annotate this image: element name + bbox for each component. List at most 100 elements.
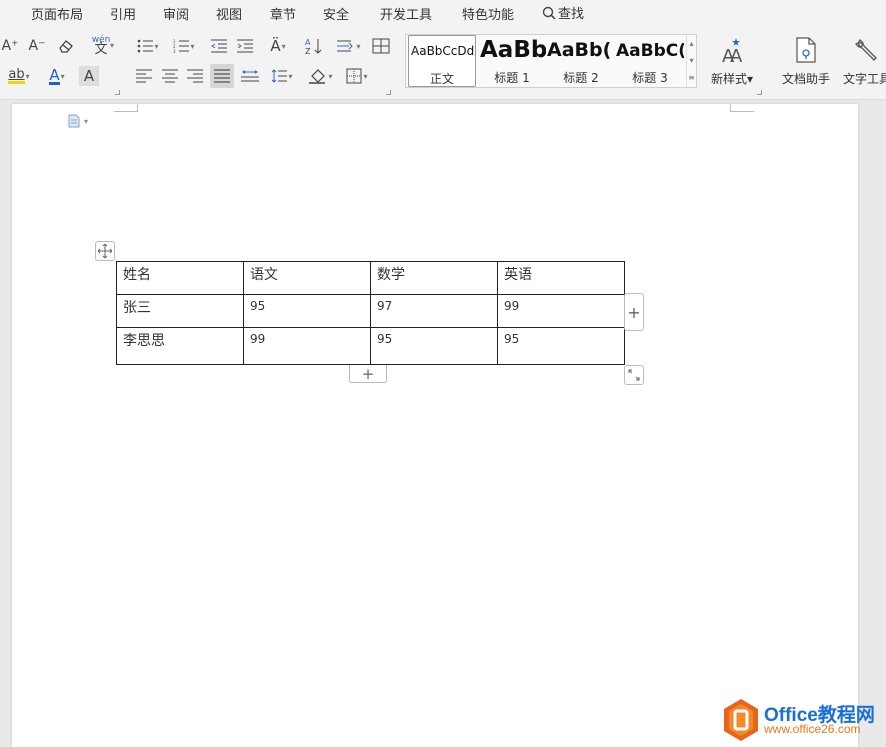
style-heading-1[interactable]: AaBb 标题 1 xyxy=(478,35,546,87)
highlight-button[interactable]: ab ▾ xyxy=(4,66,34,86)
bullets-button[interactable]: ▾ xyxy=(134,36,162,56)
table-cell[interactable]: 英语 xyxy=(497,261,625,295)
clear-format-button[interactable] xyxy=(55,36,77,56)
table-cell[interactable]: 97 xyxy=(370,294,498,328)
table-cell[interactable]: 姓名 xyxy=(116,261,244,295)
svg-text:A: A xyxy=(305,38,311,47)
table-grid-icon xyxy=(372,38,390,54)
table-row: 张三 95 97 99 xyxy=(116,294,625,328)
shrink-font-icon: A⁻ xyxy=(28,38,46,54)
style-label: 标题 1 xyxy=(494,71,530,85)
table-resize-handle[interactable] xyxy=(624,365,644,385)
new-style-icon: A A xyxy=(722,38,743,64)
align-left-button[interactable] xyxy=(134,66,154,86)
doc-assistant-button[interactable]: 文档助手 xyxy=(777,36,835,87)
resize-icon xyxy=(628,369,640,381)
style-label: 标题 3 xyxy=(632,71,668,85)
char-shading-icon: A xyxy=(83,67,95,85)
table-cell[interactable]: 李思思 xyxy=(116,327,244,365)
font-color-button[interactable]: A ▾ xyxy=(43,66,71,86)
table-cell[interactable]: 95 xyxy=(370,327,498,365)
style-preview: AaBb xyxy=(480,37,546,63)
watermark-url: www.office26.com xyxy=(764,722,861,736)
table-cell[interactable]: 99 xyxy=(497,294,625,328)
phonetic-dropdown-icon[interactable]: ▾ xyxy=(108,38,116,52)
style-preview: AaBbCcDd xyxy=(411,44,475,58)
table-cell[interactable]: 张三 xyxy=(116,294,244,328)
add-column-button[interactable]: + xyxy=(624,293,644,331)
numbering-button[interactable]: 1 2 3 ▾ xyxy=(170,36,198,56)
align-right-button[interactable] xyxy=(185,66,205,86)
svg-text:A: A xyxy=(730,46,743,64)
menu-page-layout[interactable]: 页面布局 xyxy=(31,4,83,23)
paragraph-options-button[interactable]: ▾ xyxy=(68,114,88,128)
highlight-icon: ab xyxy=(8,67,25,84)
justify-button[interactable] xyxy=(210,64,234,88)
increase-indent-button[interactable] xyxy=(235,36,255,56)
text-direction-icon: Ä xyxy=(270,37,281,55)
paragraph-group-launcher[interactable] xyxy=(386,90,391,95)
search-button[interactable]: 查找 xyxy=(542,3,584,22)
style-heading-3[interactable]: AaBbC( 标题 3 xyxy=(616,35,684,87)
table-cell[interactable]: 95 xyxy=(497,327,625,365)
svg-text:3: 3 xyxy=(173,49,176,53)
menu-review[interactable]: 审阅 xyxy=(163,4,189,23)
paint-bucket-icon xyxy=(309,69,326,84)
move-icon xyxy=(98,244,112,258)
table-cell[interactable]: 95 xyxy=(243,294,371,328)
style-gallery-scroll[interactable]: ▴ ▾ ≡ xyxy=(686,35,696,87)
add-row-button[interactable]: + xyxy=(349,365,387,383)
align-left-icon xyxy=(136,69,152,83)
table-cell[interactable]: 数学 xyxy=(370,261,498,295)
style-label: 标题 2 xyxy=(563,71,599,85)
office-logo-icon xyxy=(724,699,758,741)
menu-developer-tools[interactable]: 开发工具 xyxy=(380,4,432,23)
text-tools-label: 文字工具 xyxy=(843,72,886,86)
menu-chapter[interactable]: 章节 xyxy=(270,4,296,23)
style-preview: AaBb( xyxy=(547,39,612,61)
table-cell[interactable]: 99 xyxy=(243,327,371,365)
plus-icon: + xyxy=(627,302,641,322)
style-group-launcher[interactable] xyxy=(757,90,762,95)
chevron-up-icon[interactable]: ▴ xyxy=(687,35,696,52)
chevron-down-icon[interactable]: ▾ xyxy=(687,52,696,69)
line-spacing-button[interactable]: ▾ xyxy=(267,66,297,86)
gallery-more-icon[interactable]: ≡ xyxy=(687,69,696,86)
table-row: 李思思 99 95 95 xyxy=(116,327,625,365)
document-page[interactable]: ▾ 姓名 语文 数学 英语 张三 95 97 99 李思思 99 95 95 + xyxy=(12,104,858,747)
menu-references[interactable]: 引用 xyxy=(110,4,136,23)
table-header-row: 姓名 语文 数学 英语 xyxy=(116,261,625,295)
borders-button[interactable]: ▾ xyxy=(341,66,373,86)
align-center-button[interactable] xyxy=(160,66,180,86)
style-label: 正文 xyxy=(429,72,454,86)
menu-special-features[interactable]: 特色功能 xyxy=(462,4,514,23)
table-cell[interactable]: 语文 xyxy=(243,261,371,295)
search-icon xyxy=(542,6,556,20)
sort-button[interactable]: AZ xyxy=(303,35,325,57)
text-tools-button[interactable]: 文字工具 xyxy=(840,36,886,87)
svg-text:Z: Z xyxy=(305,47,311,55)
distribute-button[interactable] xyxy=(239,66,261,86)
menu-view[interactable]: 视图 xyxy=(216,4,242,23)
grow-font-button[interactable]: A⁺ xyxy=(0,36,20,56)
show-marks-button[interactable]: ▾ xyxy=(334,36,364,56)
margin-corner-left-v xyxy=(137,104,138,112)
grow-font-icon: A⁺ xyxy=(1,38,19,54)
sort-icon: AZ xyxy=(305,38,322,55)
tab-grid-button[interactable] xyxy=(370,36,392,56)
style-heading-2[interactable]: AaBb( 标题 2 xyxy=(547,35,615,87)
decrease-indent-button[interactable] xyxy=(209,36,229,56)
new-style-button[interactable]: A A 新样式▾ xyxy=(704,36,760,87)
site-watermark: Office教程网 www.office26.com xyxy=(722,698,882,743)
shading-button[interactable]: ▾ xyxy=(305,66,337,86)
text-direction-button[interactable]: Ä ▾ xyxy=(263,35,293,57)
menu-security[interactable]: 安全 xyxy=(323,4,349,23)
style-normal[interactable]: AaBbCcDd 正文 xyxy=(408,35,476,87)
margin-corner-left xyxy=(114,111,138,112)
font-group-launcher[interactable] xyxy=(115,90,120,95)
wrench-icon xyxy=(855,39,877,61)
char-shading-button[interactable]: A xyxy=(79,66,99,86)
shrink-font-button[interactable]: A⁻ xyxy=(27,36,47,56)
score-table[interactable]: 姓名 语文 数学 英语 张三 95 97 99 李思思 99 95 95 xyxy=(116,261,625,365)
table-move-handle[interactable] xyxy=(95,241,115,261)
